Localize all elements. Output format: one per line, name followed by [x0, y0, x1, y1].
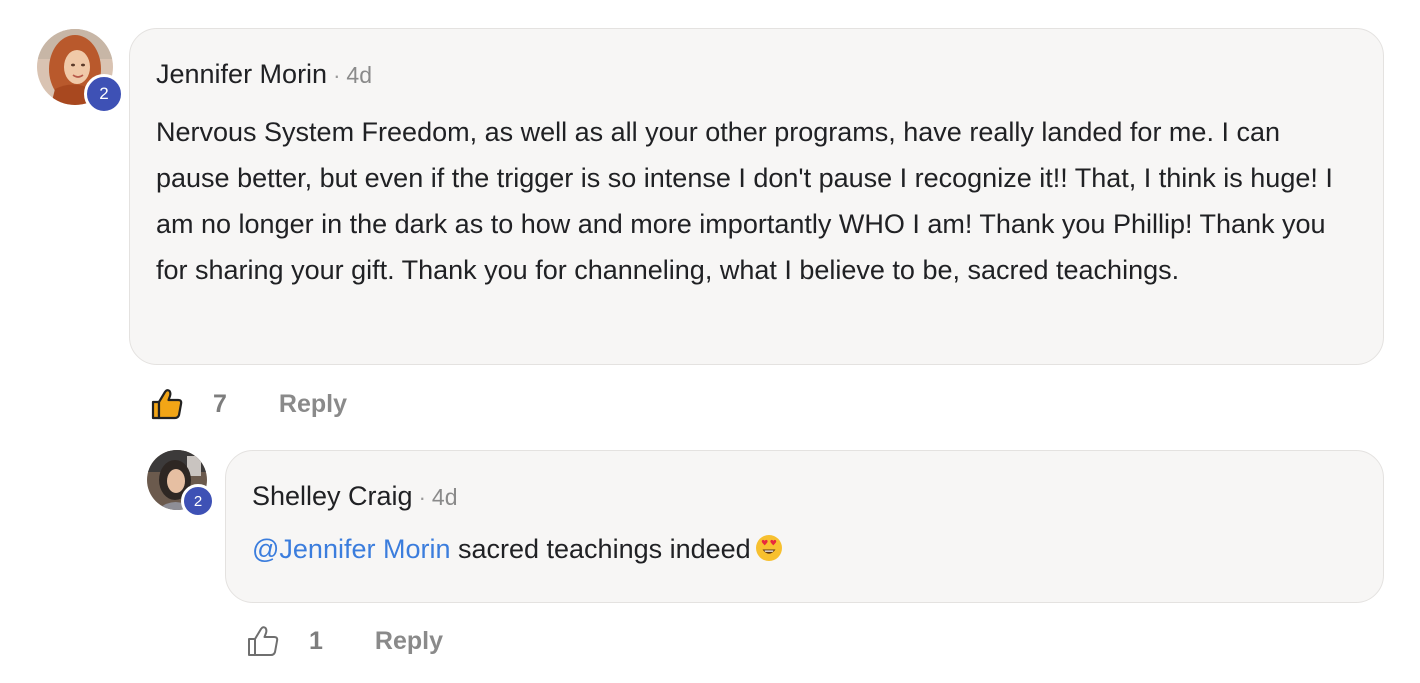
reply-actions: 1 Reply	[246, 622, 443, 660]
separator-dot: ·	[418, 485, 426, 510]
like-count: 7	[213, 389, 227, 418]
comment-thread: 2 Jennifer Morin · 4d Nervous System Fre…	[0, 0, 1420, 683]
reply-author[interactable]: Shelley Craig	[252, 481, 413, 512]
level-badge: 2	[181, 484, 215, 518]
reply-text: sacred teachings indeed	[450, 534, 751, 564]
reply-button[interactable]: Reply	[279, 390, 347, 419]
comment-avatar-wrap[interactable]: 2	[37, 29, 127, 115]
heart-eyes-emoji-icon	[755, 534, 783, 571]
comment-timestamp[interactable]: 4d	[346, 62, 372, 89]
like-button[interactable]: 1	[246, 624, 323, 658]
comment-author[interactable]: Jennifer Morin	[156, 59, 327, 90]
reply-button[interactable]: Reply	[375, 627, 443, 656]
reply-header: Shelley Craig · 4d	[252, 481, 458, 512]
reply-timestamp[interactable]: 4d	[432, 484, 458, 511]
comment-actions: 7 Reply	[150, 385, 347, 423]
comment-header: Jennifer Morin · 4d	[156, 59, 372, 90]
reply-avatar-wrap[interactable]: 2	[147, 450, 217, 518]
like-button[interactable]: 7	[150, 387, 227, 421]
user-mention-link[interactable]: @Jennifer Morin	[252, 534, 450, 564]
reply-body: @Jennifer Morin sacred teachings indeed	[252, 531, 783, 571]
comment-bubble: Jennifer Morin · 4d Nervous System Freed…	[129, 28, 1384, 365]
thumbs-up-filled-icon	[151, 389, 183, 420]
separator-dot: ·	[333, 63, 341, 88]
comment-body: Nervous System Freedom, as well as all y…	[156, 117, 1333, 285]
reply-bubble: Shelley Craig · 4d @Jennifer Morin sacre…	[225, 450, 1384, 603]
like-count: 1	[309, 626, 323, 655]
thumbs-up-outline-icon	[248, 626, 279, 656]
level-badge: 2	[84, 74, 124, 114]
